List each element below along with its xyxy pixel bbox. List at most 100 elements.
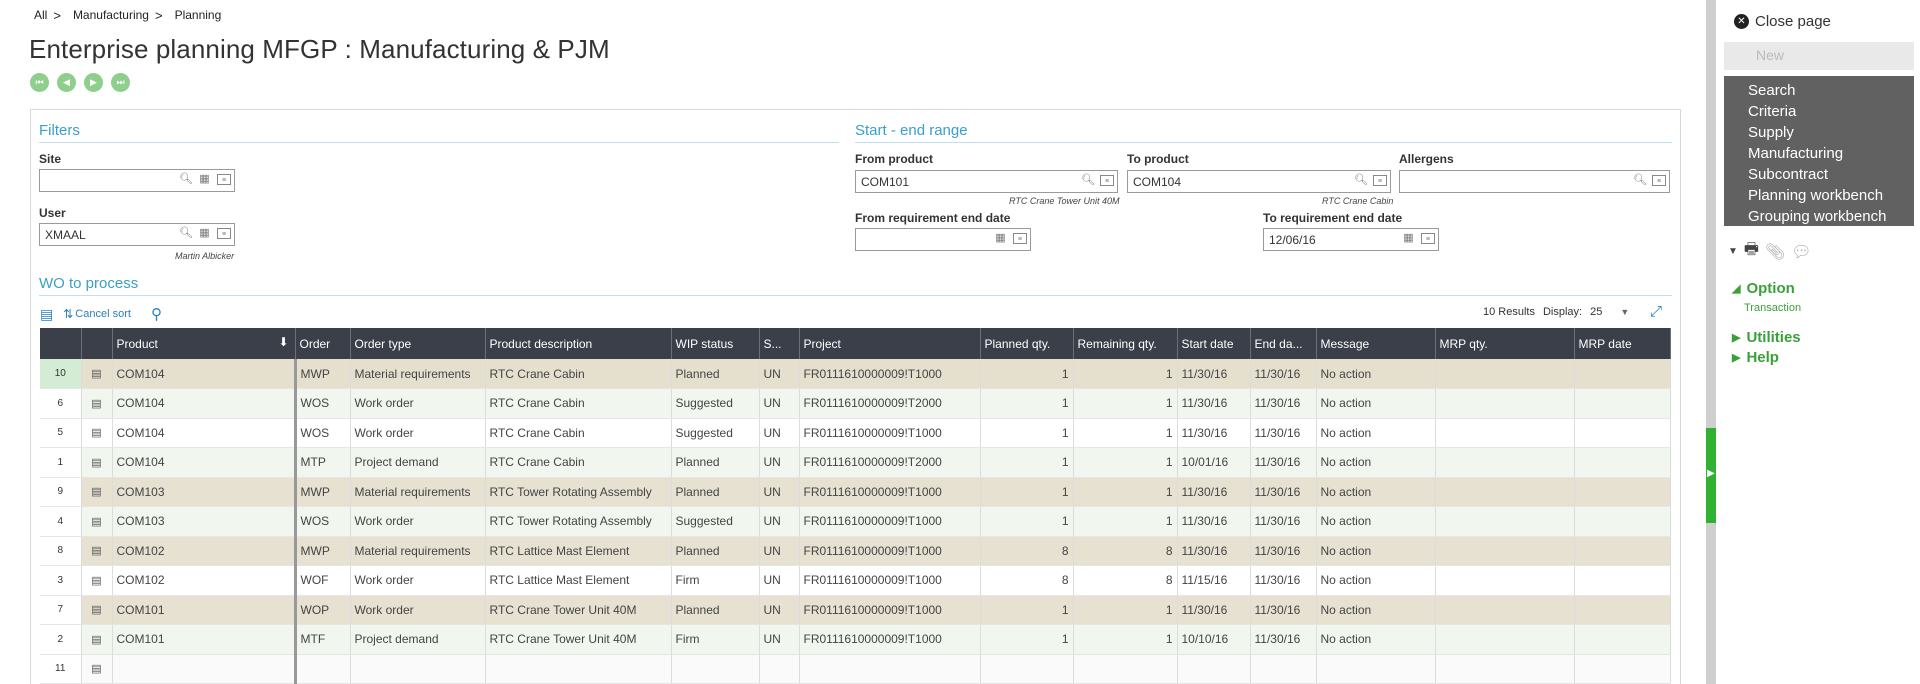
cell-product-description[interactable]: RTC Crane Tower Unit 40M bbox=[485, 624, 672, 655]
cell-order-type[interactable]: Work order bbox=[350, 565, 486, 596]
cell-start-date[interactable]: 11/30/16 bbox=[1177, 536, 1251, 566]
cell-mrp-qty[interactable] bbox=[1435, 477, 1575, 507]
cell-order-type[interactable]: Work order bbox=[350, 506, 486, 537]
site-field[interactable]: 🔍︎ ▦ ≡ bbox=[39, 169, 235, 192]
row-detail-icon[interactable]: ▤ bbox=[81, 447, 113, 478]
comment-icon[interactable]: 💬︎ bbox=[1791, 242, 1811, 262]
search-icon[interactable]: 🔍︎ bbox=[1633, 174, 1647, 187]
cell-order-type[interactable]: Project demand bbox=[350, 624, 486, 655]
cell-planned-qty[interactable]: 8 bbox=[980, 565, 1074, 596]
allergens-field[interactable]: 🔍︎ ≡ bbox=[1399, 170, 1670, 193]
cell-s[interactable]: UN bbox=[759, 359, 800, 389]
cell-start-date[interactable]: 10/10/16 bbox=[1177, 624, 1251, 655]
cell-remaining-qty[interactable]: 1 bbox=[1073, 477, 1178, 507]
cell-order[interactable]: MWP bbox=[295, 359, 351, 389]
cell-wip-status[interactable]: Suggested bbox=[671, 388, 760, 419]
cell-product[interactable]: COM101 bbox=[112, 595, 297, 625]
header-project[interactable]: Project bbox=[799, 328, 981, 359]
detail-icon[interactable]: ≡ bbox=[1013, 233, 1027, 244]
header-planned-qty[interactable]: Planned qty. bbox=[980, 328, 1074, 359]
calendar-icon[interactable]: ▦ bbox=[1402, 232, 1415, 245]
cell-s[interactable]: UN bbox=[759, 565, 800, 596]
cell-remaining-qty[interactable]: 8 bbox=[1073, 536, 1178, 566]
new-button[interactable]: New bbox=[1724, 42, 1914, 70]
cell-project[interactable]: FR0111610000009!T1000 bbox=[799, 506, 981, 537]
header-message[interactable]: Message bbox=[1316, 328, 1436, 359]
cell-end-date[interactable]: 11/30/16 bbox=[1250, 506, 1317, 537]
cell-message[interactable]: No action bbox=[1316, 536, 1436, 566]
cell-product-description[interactable]: RTC Crane Cabin bbox=[485, 359, 672, 389]
cell-product[interactable]: COM103 bbox=[112, 477, 297, 507]
cell-mrp-date[interactable] bbox=[1574, 536, 1671, 566]
row-number[interactable]: 9 bbox=[40, 477, 82, 507]
cell-mrp-qty[interactable] bbox=[1435, 565, 1575, 596]
cell-message[interactable]: No action bbox=[1316, 477, 1436, 507]
cell-s[interactable] bbox=[759, 654, 800, 684]
cell-mrp-qty[interactable] bbox=[1435, 359, 1575, 389]
cell-planned-qty[interactable]: 1 bbox=[980, 447, 1074, 478]
breadcrumb-manufacturing[interactable]: Manufacturing bbox=[73, 8, 149, 23]
to-req-end-field[interactable]: 12/06/16 ▦ ≡ bbox=[1263, 228, 1439, 251]
cell-mrp-date[interactable] bbox=[1574, 565, 1671, 596]
cell-remaining-qty[interactable]: 1 bbox=[1073, 388, 1178, 419]
from-product-field[interactable]: COM101 🔍︎ ≡ bbox=[855, 170, 1118, 193]
cell-product-description[interactable]: RTC Crane Cabin bbox=[485, 388, 672, 419]
option-section[interactable]: ◢ Option bbox=[1732, 280, 1795, 297]
cell-order-type[interactable]: Work order bbox=[350, 595, 486, 625]
row-detail-icon[interactable]: ▤ bbox=[81, 359, 113, 389]
row-number[interactable]: 3 bbox=[40, 565, 82, 596]
cell-message[interactable]: No action bbox=[1316, 359, 1436, 389]
cell-remaining-qty[interactable]: 1 bbox=[1073, 359, 1178, 389]
selection-icon[interactable]: ▦ bbox=[198, 173, 211, 186]
table-row[interactable]: 3 ▤ COM102 WOF Work order RTC Lattice Mast El… bbox=[40, 565, 1671, 596]
cell-message[interactable]: No action bbox=[1316, 418, 1436, 448]
cell-s[interactable]: UN bbox=[759, 595, 800, 625]
cell-wip-status[interactable]: Planned bbox=[671, 359, 760, 389]
search-icon[interactable]: ⚲ bbox=[151, 305, 162, 323]
table-row[interactable]: 4 ▤ COM103 WOS Work order RTC Tower Rotating … bbox=[40, 506, 1671, 537]
header-wip-status[interactable]: WIP status bbox=[671, 328, 760, 359]
row-number[interactable]: 7 bbox=[40, 595, 82, 625]
detail-icon[interactable]: ≡ bbox=[1373, 175, 1387, 186]
cell-message[interactable]: No action bbox=[1316, 624, 1436, 655]
cell-start-date[interactable]: 11/30/16 bbox=[1177, 595, 1251, 625]
cell-product-description[interactable]: RTC Crane Tower Unit 40M bbox=[485, 595, 672, 625]
cell-mrp-qty[interactable] bbox=[1435, 536, 1575, 566]
cell-order-type[interactable] bbox=[350, 654, 486, 684]
cell-end-date[interactable]: 11/30/16 bbox=[1250, 388, 1317, 419]
cell-start-date[interactable]: 11/30/16 bbox=[1177, 506, 1251, 537]
side-panel-toggle[interactable]: ▶ bbox=[1706, 428, 1716, 523]
row-detail-icon[interactable]: ▤ bbox=[81, 565, 113, 596]
cell-project[interactable]: FR0111610000009!T2000 bbox=[799, 447, 981, 478]
caret-down-icon[interactable]: ▼ bbox=[1728, 246, 1738, 257]
cell-product-description[interactable]: RTC Lattice Mast Element bbox=[485, 565, 672, 596]
cell-order[interactable]: MWP bbox=[295, 536, 351, 566]
detail-icon[interactable]: ≡ bbox=[1652, 175, 1666, 186]
cell-wip-status[interactable]: Firm bbox=[671, 565, 760, 596]
cell-order[interactable]: WOS bbox=[295, 506, 351, 537]
cell-message[interactable]: No action bbox=[1316, 595, 1436, 625]
cell-wip-status[interactable]: Planned bbox=[671, 477, 760, 507]
cell-s[interactable]: UN bbox=[759, 624, 800, 655]
cell-order-type[interactable]: Material requirements bbox=[350, 359, 486, 389]
cell-project[interactable]: FR0111610000009!T1000 bbox=[799, 624, 981, 655]
cell-s[interactable]: UN bbox=[759, 506, 800, 537]
cell-start-date[interactable]: 11/30/16 bbox=[1177, 477, 1251, 507]
cell-order[interactable]: WOP bbox=[295, 595, 351, 625]
cell-start-date[interactable]: 10/01/16 bbox=[1177, 447, 1251, 478]
cell-mrp-date[interactable] bbox=[1574, 359, 1671, 389]
grid-options-icon[interactable]: ▤ bbox=[40, 306, 53, 323]
cell-end-date[interactable] bbox=[1250, 654, 1317, 684]
cell-wip-status[interactable]: Firm bbox=[671, 624, 760, 655]
table-row[interactable]: 6 ▤ COM104 WOS Work order RTC Crane Cabin Sugg… bbox=[40, 388, 1671, 419]
cell-mrp-qty[interactable] bbox=[1435, 388, 1575, 419]
table-row[interactable]: 8 ▤ COM102 MWP Material requirements RTC Latt… bbox=[40, 536, 1671, 566]
header-product[interactable]: Product ⬇ bbox=[112, 328, 296, 359]
transaction-link[interactable]: Transaction bbox=[1744, 302, 1801, 314]
side-panel-splitter[interactable]: ▶ bbox=[1706, 0, 1716, 684]
cell-s[interactable]: UN bbox=[759, 536, 800, 566]
cell-product[interactable]: COM102 bbox=[112, 536, 297, 566]
cell-remaining-qty[interactable]: 1 bbox=[1073, 418, 1178, 448]
cell-planned-qty[interactable]: 1 bbox=[980, 477, 1074, 507]
table-row[interactable]: 11 ▤ bbox=[40, 654, 1671, 684]
